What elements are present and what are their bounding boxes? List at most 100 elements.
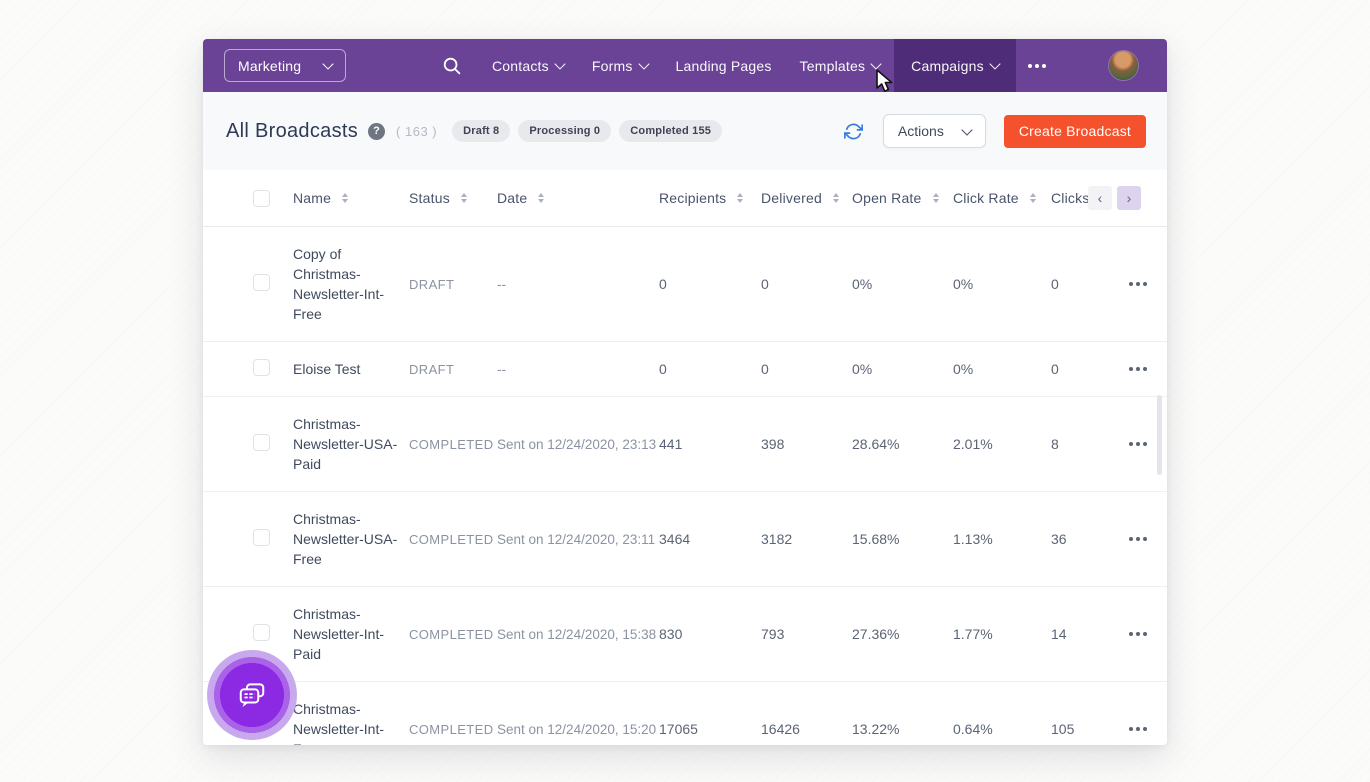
broadcast-date: Sent on 12/24/2020, 23:11 — [497, 532, 659, 547]
row-menu-icon[interactable] — [1129, 727, 1147, 731]
column-header-status[interactable]: Status — [409, 190, 497, 206]
chevron-down-icon — [554, 58, 565, 69]
nav-item-templates[interactable]: Templates — [786, 39, 895, 92]
column-header-name[interactable]: Name — [293, 190, 409, 206]
broadcast-clicks: 0 — [1051, 361, 1123, 377]
broadcast-date: -- — [497, 277, 659, 292]
sort-icon — [737, 193, 743, 203]
column-header-recipients[interactable]: Recipients — [659, 190, 761, 206]
sort-icon — [538, 193, 544, 203]
broadcast-open-rate: 27.36% — [852, 626, 953, 642]
sort-icon — [1030, 193, 1036, 203]
chat-fab[interactable] — [207, 650, 297, 740]
table-row: Christmas-Newsletter-Int-Paid COMPLETED … — [203, 587, 1167, 682]
broadcast-date: Sent on 12/24/2020, 23:13 — [497, 437, 659, 452]
row-menu-cell — [1123, 367, 1153, 371]
user-avatar[interactable] — [1109, 51, 1138, 80]
row-menu-icon[interactable] — [1129, 632, 1147, 636]
desktop-background: Marketing Contacts Forms — [0, 0, 1370, 782]
table-row: Copy of Christmas-Newsletter-Int-Free DR… — [203, 227, 1167, 342]
broadcasts-table: Name Status Date Recipients Delivered — [203, 170, 1167, 745]
badge-draft: Draft 8 — [452, 120, 510, 142]
broadcast-status: COMPLETED — [409, 722, 497, 737]
broadcast-open-rate: 0% — [852, 276, 953, 292]
nav-item-label: Campaigns — [911, 58, 984, 74]
row-checkbox-cell — [253, 624, 293, 644]
row-checkbox-cell — [253, 434, 293, 454]
prev-page-button[interactable]: ‹ — [1088, 186, 1112, 210]
broadcast-name[interactable]: Christmas-Newsletter-Int-Free — [293, 682, 409, 745]
nav-item-landing-pages[interactable]: Landing Pages — [662, 39, 786, 92]
ellipsis-icon — [1028, 64, 1046, 68]
next-page-button[interactable]: › — [1117, 186, 1141, 210]
row-menu-cell — [1123, 727, 1153, 731]
refresh-icon[interactable] — [844, 121, 864, 141]
page-title: All Broadcasts — [226, 120, 358, 143]
broadcast-recipients: 3464 — [659, 531, 761, 547]
column-header-click-rate[interactable]: Click Rate — [953, 190, 1051, 206]
chevron-down-icon — [638, 58, 649, 69]
search-icon[interactable] — [442, 56, 462, 76]
nav-item-forms[interactable]: Forms — [578, 39, 662, 92]
actions-label: Actions — [898, 123, 944, 139]
broadcast-name[interactable]: Eloise Test — [293, 342, 409, 396]
broadcast-delivered: 3182 — [761, 531, 852, 547]
broadcast-status: COMPLETED — [409, 627, 497, 642]
broadcast-clicks: 8 — [1051, 436, 1123, 452]
broadcast-name[interactable]: Christmas-Newsletter-Int-Paid — [293, 587, 409, 681]
broadcast-click-rate: 1.77% — [953, 626, 1051, 642]
sort-icon — [933, 193, 939, 203]
nav-item-label: Contacts — [492, 58, 549, 74]
broadcast-name[interactable]: Christmas-Newsletter-USA-Free — [293, 492, 409, 586]
row-checkbox[interactable] — [253, 274, 270, 291]
more-menu-icon[interactable] — [1016, 39, 1058, 92]
row-checkbox[interactable] — [253, 434, 270, 451]
scrollbar-thumb[interactable] — [1157, 395, 1162, 475]
row-checkbox[interactable] — [253, 359, 270, 376]
column-header-open-rate[interactable]: Open Rate — [852, 190, 953, 206]
sort-icon — [833, 193, 839, 203]
sort-icon — [342, 193, 348, 203]
product-switcher[interactable]: Marketing — [224, 49, 346, 82]
broadcast-delivered: 16426 — [761, 721, 852, 737]
nav-item-label: Landing Pages — [676, 58, 772, 74]
row-menu-icon[interactable] — [1129, 282, 1147, 286]
broadcast-name[interactable]: Copy of Christmas-Newsletter-Int-Free — [293, 227, 409, 341]
page-toolbar: All Broadcasts ? ( 163 ) Draft 8 Process… — [203, 92, 1167, 170]
help-icon[interactable]: ? — [368, 123, 385, 140]
broadcast-name[interactable]: Christmas-Newsletter-USA-Paid — [293, 397, 409, 491]
sort-icon — [461, 193, 467, 203]
broadcast-date: Sent on 12/24/2020, 15:38 — [497, 627, 659, 642]
broadcast-status: COMPLETED — [409, 437, 497, 452]
row-menu-cell — [1123, 282, 1153, 286]
row-checkbox[interactable] — [253, 529, 270, 546]
broadcast-delivered: 793 — [761, 626, 852, 642]
row-menu-icon[interactable] — [1129, 367, 1147, 371]
broadcast-recipients: 441 — [659, 436, 761, 452]
row-checkbox[interactable] — [253, 624, 270, 641]
column-header-date[interactable]: Date — [497, 190, 659, 206]
broadcast-recipients: 0 — [659, 361, 761, 377]
broadcast-clicks: 0 — [1051, 276, 1123, 292]
nav-item-contacts[interactable]: Contacts — [478, 39, 578, 92]
chevron-down-icon — [322, 58, 333, 69]
row-checkbox-cell — [253, 529, 293, 549]
table-header: Name Status Date Recipients Delivered — [203, 170, 1167, 227]
toolbar-actions: Actions Create Broadcast — [844, 114, 1146, 148]
row-menu-icon[interactable] — [1129, 537, 1147, 541]
select-all-checkbox[interactable] — [253, 190, 270, 207]
product-label: Marketing — [238, 58, 301, 74]
app-window: Marketing Contacts Forms — [203, 39, 1167, 745]
row-menu-cell — [1123, 442, 1153, 446]
broadcast-clicks: 36 — [1051, 531, 1123, 547]
broadcast-click-rate: 2.01% — [953, 436, 1051, 452]
row-menu-icon[interactable] — [1129, 442, 1147, 446]
broadcast-delivered: 0 — [761, 361, 852, 377]
column-header-delivered[interactable]: Delivered — [761, 190, 852, 206]
create-broadcast-button[interactable]: Create Broadcast — [1004, 115, 1146, 148]
nav-item-campaigns[interactable]: Campaigns — [894, 39, 1016, 92]
actions-button[interactable]: Actions — [883, 114, 986, 148]
table-row: Eloise Test DRAFT -- 0 0 0% 0% 0 — [203, 342, 1167, 397]
select-all-checkbox-cell — [253, 190, 293, 207]
broadcast-open-rate: 28.64% — [852, 436, 953, 452]
